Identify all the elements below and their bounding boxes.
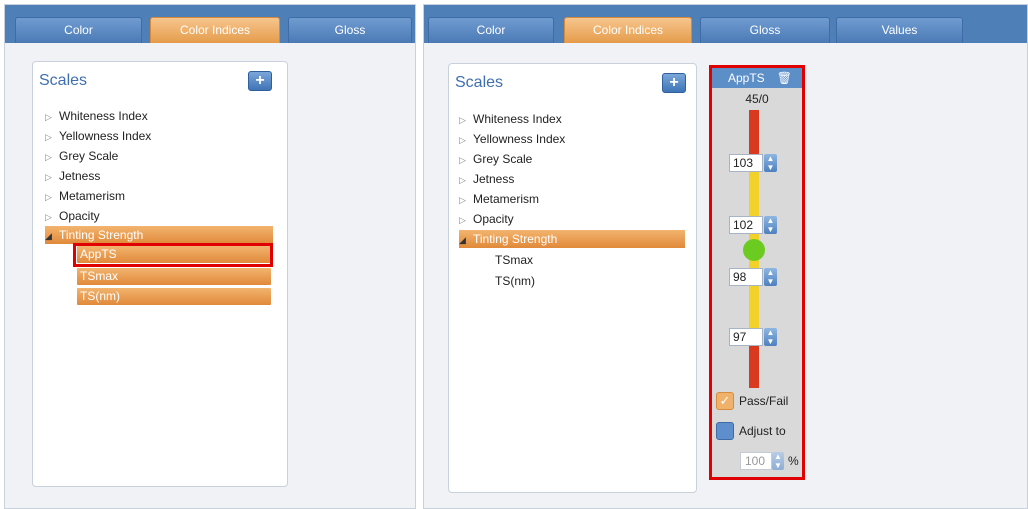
spinner-icon[interactable]: ▲ ▼ xyxy=(764,216,777,234)
pass-indicator-dot xyxy=(743,239,765,261)
left-tree-item-yellowness[interactable]: ▷ Yellowness Index xyxy=(45,127,151,145)
right-tree-item-yellowness[interactable]: ▷ Yellowness Index xyxy=(459,130,565,148)
left-child-tsnm[interactable]: TS(nm) xyxy=(77,288,271,305)
left-tree-label: Opacity xyxy=(59,209,100,223)
collapsed-arrow-icon[interactable]: ▷ xyxy=(45,148,59,166)
right-tree-label: Opacity xyxy=(473,212,514,226)
right-tree-label: Grey Scale xyxy=(473,152,533,166)
left-selection-highlight xyxy=(73,243,273,267)
left-tree-item-grey-scale[interactable]: ▷ Grey Scale xyxy=(45,147,118,165)
right-tree-item-jetness[interactable]: ▷ Jetness xyxy=(459,170,514,188)
appts-header: AppTS 🗑 xyxy=(712,68,802,88)
collapsed-arrow-icon[interactable]: ▷ xyxy=(45,208,59,226)
left-child-tsmax[interactable]: TSmax xyxy=(77,268,271,285)
collapsed-arrow-icon[interactable]: ▷ xyxy=(45,108,59,126)
left-scales-title: Scales xyxy=(39,72,88,89)
right-tree-label: Jetness xyxy=(473,172,515,186)
right-tree-label: Yellowness Index xyxy=(473,132,566,146)
left-tree-item-metamerism[interactable]: ▷ Metamerism xyxy=(45,187,125,205)
expanded-arrow-icon[interactable]: ◢ xyxy=(45,227,59,245)
spinner-icon[interactable]: ▲ ▼ xyxy=(764,328,777,346)
right-tab-bar: Color Color Indices Gloss Values xyxy=(424,5,1027,43)
lower-fail-threshold-input[interactable]: 97 xyxy=(729,328,763,346)
spinner-icon[interactable]: ▲ ▼ xyxy=(764,268,777,286)
right-tab-color[interactable]: Color xyxy=(428,17,554,43)
collapsed-arrow-icon[interactable]: ▷ xyxy=(459,111,473,129)
right-tree-item-opacity[interactable]: ▷ Opacity xyxy=(459,210,514,228)
appts-range-label: 45/0 xyxy=(745,92,769,106)
left-tab-color-indices[interactable]: Color Indices xyxy=(150,17,280,43)
right-window: Color Color Indices Gloss Values Scales … xyxy=(423,4,1028,509)
left-tree-label: Grey Scale xyxy=(59,149,119,163)
upper-warn-threshold-input[interactable]: 102 xyxy=(729,216,763,234)
left-window: Color Color Indices Gloss Scales + ▷ Whit… xyxy=(4,4,416,509)
right-child-tsnm[interactable]: TS(nm) xyxy=(495,272,535,290)
adjust-to-label: Adjust to xyxy=(739,424,786,438)
trash-icon[interactable]: 🗑 xyxy=(777,68,792,88)
left-tree-label: Metamerism xyxy=(59,189,126,203)
right-tab-values[interactable]: Values xyxy=(836,17,963,43)
right-tree-label: Tinting Strength xyxy=(473,232,558,246)
left-tree-label: Yellowness Index xyxy=(59,129,152,143)
collapsed-arrow-icon[interactable]: ▷ xyxy=(459,171,473,189)
collapsed-arrow-icon[interactable]: ▷ xyxy=(45,188,59,206)
appts-tolerance-panel: AppTS 🗑 45/0 103 ▲ ▼ 102 ▲ ▼ 98 ▲ ▼ 97 ▲ ▼ ✓… xyxy=(709,65,805,480)
left-tab-gloss[interactable]: Gloss xyxy=(288,17,412,43)
collapsed-arrow-icon[interactable]: ▷ xyxy=(45,168,59,186)
right-tree-item-metamerism[interactable]: ▷ Metamerism xyxy=(459,190,539,208)
right-tree-label: Whiteness Index xyxy=(473,112,562,126)
left-tree-label: Jetness xyxy=(59,169,101,183)
left-content: Scales + ▷ Whiteness Index ▷ Yellowness In… xyxy=(5,43,415,508)
left-tree-item-whiteness[interactable]: ▷ Whiteness Index xyxy=(45,107,148,125)
left-tab-color[interactable]: Color xyxy=(15,17,142,43)
left-tree-item-opacity[interactable]: ▷ Opacity xyxy=(45,207,100,225)
right-child-tsmax[interactable]: TSmax xyxy=(495,251,533,269)
adjust-to-checkbox[interactable] xyxy=(716,422,734,440)
left-add-scale-button[interactable]: + xyxy=(248,71,272,91)
left-tab-bar: Color Color Indices Gloss xyxy=(5,5,415,43)
pass-fail-checkbox[interactable]: ✓ xyxy=(716,392,734,410)
left-tree-label: Tinting Strength xyxy=(59,228,144,242)
collapsed-arrow-icon[interactable]: ▷ xyxy=(459,151,473,169)
right-tab-gloss[interactable]: Gloss xyxy=(700,17,830,43)
percent-unit: % xyxy=(788,454,799,468)
right-tree-item-tinting-strength[interactable]: ◢ Tinting Strength xyxy=(459,230,685,248)
spinner-icon[interactable]: ▲ ▼ xyxy=(772,452,784,470)
left-tree-item-tinting-strength[interactable]: ◢ Tinting Strength xyxy=(45,226,273,244)
lower-warn-threshold-input[interactable]: 98 xyxy=(729,268,763,286)
spinner-icon[interactable]: ▲ ▼ xyxy=(764,154,777,172)
collapsed-arrow-icon[interactable]: ▷ xyxy=(459,131,473,149)
appts-title: AppTS xyxy=(728,71,765,85)
expanded-arrow-icon[interactable]: ◢ xyxy=(459,231,473,249)
collapsed-arrow-icon[interactable]: ▷ xyxy=(45,128,59,146)
collapsed-arrow-icon[interactable]: ▷ xyxy=(459,191,473,209)
right-tree-item-grey-scale[interactable]: ▷ Grey Scale xyxy=(459,150,532,168)
right-tree-item-whiteness[interactable]: ▷ Whiteness Index xyxy=(459,110,562,128)
right-add-scale-button[interactable]: + xyxy=(662,73,686,93)
pass-fail-label: Pass/Fail xyxy=(739,394,789,408)
adjust-percent-input[interactable]: 100 xyxy=(740,452,772,470)
right-content: Scales + ▷ Whiteness Index ▷ Yellowness In… xyxy=(424,43,1027,508)
left-tree-item-jetness[interactable]: ▷ Jetness xyxy=(45,167,100,185)
left-scales-panel: Scales + ▷ Whiteness Index ▷ Yellowness In… xyxy=(32,61,288,487)
right-scales-title: Scales xyxy=(455,74,504,91)
collapsed-arrow-icon[interactable]: ▷ xyxy=(459,211,473,229)
right-tab-color-indices[interactable]: Color Indices xyxy=(564,17,692,43)
left-tree-label: Whiteness Index xyxy=(59,109,148,123)
right-tree-label: Metamerism xyxy=(473,192,540,206)
right-scales-panel: Scales + ▷ Whiteness Index ▷ Yellowness In… xyxy=(448,63,697,493)
upper-fail-threshold-input[interactable]: 103 xyxy=(729,154,763,172)
